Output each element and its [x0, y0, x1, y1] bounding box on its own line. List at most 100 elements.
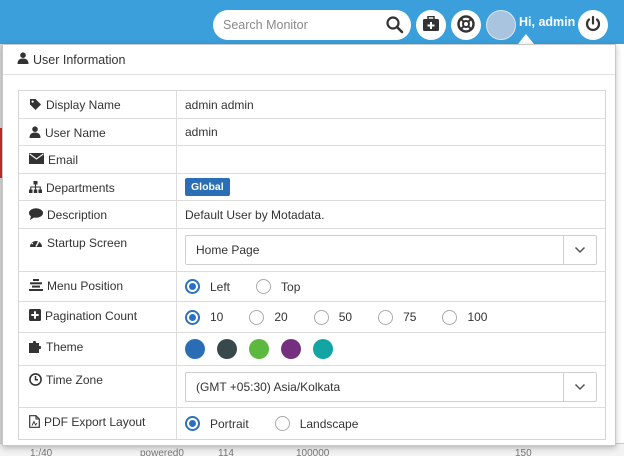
background-cell: 150 [515, 448, 532, 456]
row-theme: Theme [19, 333, 605, 366]
background-cell: powered0 [140, 448, 184, 456]
radio-label: 50 [338, 310, 353, 324]
clock-icon [29, 373, 46, 389]
row-description: Description Default User by Motadata. [19, 201, 605, 229]
email-label: Email [48, 153, 79, 167]
radio-pagination-10[interactable]: 10 [185, 309, 223, 325]
radio-label: Top [281, 279, 301, 294]
chevron-down-icon[interactable] [563, 372, 596, 401]
comment-icon [29, 208, 47, 223]
panel-title: User Information [33, 52, 126, 67]
row-departments: Departments Global [19, 174, 605, 201]
chevron-down-icon[interactable] [563, 236, 596, 264]
menu-position-label: Menu Position [47, 279, 124, 293]
panel-header: User Information [3, 45, 615, 75]
theme-swatch[interactable] [184, 338, 206, 360]
radio-label: Landscape [299, 416, 359, 431]
medkit-button[interactable] [416, 10, 446, 40]
radio-circle[interactable] [442, 309, 458, 325]
startup-screen-value: Home Page [177, 229, 605, 271]
radio-menu-left[interactable]: Left [185, 279, 230, 294]
background-cell: 114 [218, 448, 234, 456]
radio-pagination-100[interactable]: 100 [442, 309, 488, 325]
radio-label: 75 [403, 310, 417, 324]
theme-swatch[interactable] [313, 339, 333, 359]
row-startup-screen: Startup Screen Home Page [19, 229, 605, 272]
user-icon [29, 126, 45, 141]
radio-circle[interactable] [185, 309, 200, 325]
user-avatar[interactable] [486, 10, 516, 40]
search-input[interactable] [223, 18, 383, 32]
search-box[interactable] [213, 10, 411, 40]
row-menu-position: Menu Position Left Top [19, 272, 605, 302]
pagination-count-label: Pagination Count [45, 309, 138, 323]
time-zone-label: Time Zone [46, 373, 103, 387]
theme-swatch[interactable] [281, 339, 301, 359]
label-cell: Theme [19, 333, 177, 365]
description-label: Description [47, 208, 108, 222]
radio-circle[interactable] [256, 279, 272, 294]
menu-position-value: Left Top [177, 272, 605, 301]
startup-screen-select[interactable]: Home Page [185, 235, 597, 265]
radio-pagination-20[interactable]: 20 [249, 309, 288, 325]
radio-menu-top[interactable]: Top [256, 279, 300, 294]
radio-pagination-75[interactable]: 75 [378, 309, 417, 325]
dashboard-icon [29, 236, 47, 251]
medkit-icon [422, 15, 440, 35]
puzzle-icon [29, 340, 46, 356]
user-name-label: User Name [45, 126, 106, 140]
label-cell: Email [19, 146, 177, 173]
display-name-label: Display Name [46, 98, 121, 112]
pdf-file-icon [29, 415, 44, 431]
label-cell: Startup Screen [19, 229, 177, 271]
display-name-value: admin admin [185, 97, 254, 112]
align-center-icon [29, 279, 47, 294]
radio-pdf-landscape[interactable]: Landscape [274, 416, 359, 431]
row-time-zone: Time Zone (GMT +05:30) Asia/Kolkata [19, 366, 605, 408]
background-cell: 100000 [296, 448, 330, 456]
label-cell: PDF Export Layout [19, 408, 177, 439]
power-button[interactable] [578, 10, 608, 40]
sitemap-icon [29, 181, 46, 196]
lifebuoy-icon [457, 14, 475, 36]
radio-label: 20 [274, 310, 288, 324]
startup-screen-selected: Home Page [196, 243, 260, 257]
row-pdf-export-layout: PDF Export Layout Portrait Landscape [19, 408, 605, 439]
radio-label: 100 [467, 310, 488, 324]
background-cell: 1:/40 [30, 448, 53, 456]
top-bar: Hi, admin [0, 0, 624, 44]
radio-pdf-portrait[interactable]: Portrait [185, 416, 249, 431]
label-cell: Pagination Count [19, 302, 177, 332]
departments-value: Global [177, 174, 605, 200]
radio-pagination-50[interactable]: 50 [313, 309, 353, 325]
tag-icon [29, 98, 46, 114]
row-display-name: Display Name admin admin [19, 91, 605, 119]
email-value [177, 146, 605, 173]
pagination-count-value: 10 20 50 75 100 [177, 302, 605, 332]
label-cell: Time Zone [19, 366, 177, 407]
theme-swatch[interactable] [217, 339, 237, 359]
departments-label: Departments [46, 181, 115, 195]
user-icon [17, 52, 33, 67]
search-icon[interactable] [385, 15, 405, 35]
radio-circle[interactable] [378, 309, 394, 325]
label-cell: Display Name [19, 91, 177, 118]
description-value: Default User by Motadata. [185, 207, 325, 222]
label-cell: User Name [19, 119, 177, 145]
radio-circle[interactable] [185, 279, 200, 294]
radio-circle[interactable] [249, 309, 265, 325]
user-information-panel: User Information Display Name admin admi… [2, 44, 616, 446]
radio-circle[interactable] [274, 416, 290, 431]
support-button[interactable] [451, 10, 481, 40]
radio-circle[interactable] [313, 309, 329, 325]
row-email: Email [19, 146, 605, 174]
dropdown-caret [518, 34, 534, 44]
theme-swatch[interactable] [249, 339, 269, 359]
power-icon [584, 15, 602, 36]
user-greeting[interactable]: Hi, admin [519, 15, 575, 29]
envelope-icon [29, 153, 48, 167]
radio-circle[interactable] [185, 416, 200, 431]
theme-swatches [177, 333, 605, 365]
time-zone-select[interactable]: (GMT +05:30) Asia/Kolkata [185, 371, 597, 402]
department-badge: Global [185, 178, 230, 196]
